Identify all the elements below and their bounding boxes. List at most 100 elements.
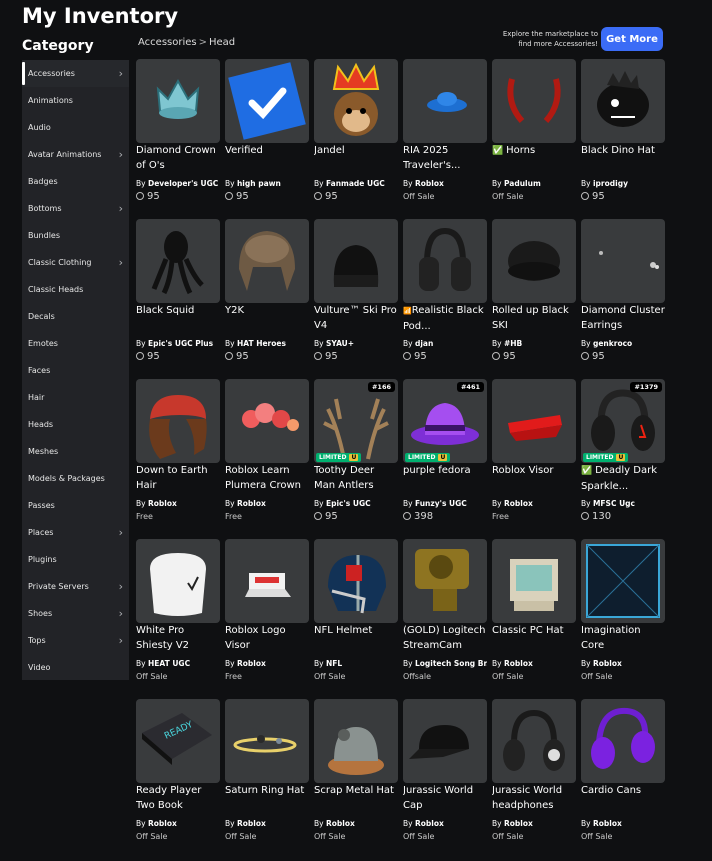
verified-check-icon[interactable] [225,59,309,143]
item-name[interactable]: Black Dino Hat [581,143,665,173]
sidebar-item-heads[interactable]: Heads [22,411,129,438]
inventory-item[interactable]: Jandel By Fanmade UGC 95 [314,59,398,214]
item-name[interactable]: Roblox Logo Visor [225,623,309,653]
inventory-item[interactable]: Y2K By HAT Heroes 95 [225,219,309,374]
item-name[interactable]: ✅ Deadly Dark Sparkle... [581,463,665,493]
item-name[interactable]: Jurassic World headphones [492,783,576,813]
sidebar-item-badges[interactable]: Badges [22,168,129,195]
squid-icon[interactable] [136,219,220,303]
item-name[interactable]: White Pro Shiesty V2 [136,623,220,653]
inventory-item[interactable]: 📶Realistic Black Pod... By djan 95 [403,219,487,374]
item-creator[interactable]: By HAT Heroes [225,339,309,348]
item-creator[interactable]: By HEAT UGC [136,659,220,668]
inventory-item[interactable]: Cardio Cans By Roblox Off Sale [581,699,665,854]
item-name[interactable]: Scrap Metal Hat [314,783,398,813]
sidebar-item-private-servers[interactable]: Private Servers › [22,573,129,600]
inventory-item[interactable]: Jurassic World Cap By Roblox Off Sale [403,699,487,854]
inventory-item[interactable]: Classic PC Hat By Roblox Off Sale [492,539,576,694]
inventory-item[interactable]: RIA 2025 Traveler's... By Roblox Off Sale [403,59,487,214]
white-mask-icon[interactable] [136,539,220,623]
sidebar-item-accessories[interactable]: Accessories › [22,60,129,87]
inventory-item[interactable]: Rolled up Black SKI By #HB 95 [492,219,576,374]
item-creator[interactable]: By Roblox [492,499,576,508]
item-name[interactable]: Down to Earth Hair [136,463,220,493]
inventory-item[interactable]: READY Ready Player Two Book By Roblox Off S… [136,699,220,854]
sidebar-item-emotes[interactable]: Emotes [22,330,129,357]
sidebar-item-models-packages[interactable]: Models & Packages [22,465,129,492]
item-name[interactable]: Toothy Deer Man Antlers [314,463,398,493]
item-creator[interactable]: By Developer's UGC [136,179,220,188]
inventory-item[interactable]: Diamond Cluster Earrings By genkroco 95 [581,219,665,374]
inventory-item[interactable]: Roblox Logo Visor By Roblox Free [225,539,309,694]
inventory-item[interactable]: White Pro Shiesty V2 By HEAT UGC Off Sale [136,539,220,694]
item-name[interactable]: Y2K [225,303,309,333]
inventory-item[interactable]: Roblox Learn Plumera Crown By Roblox Free [225,379,309,534]
cube-icon[interactable] [581,539,665,623]
breadcrumb-accessories[interactable]: Accessories [138,37,197,48]
sidebar-item-tops[interactable]: Tops › [22,627,129,654]
logo-visor-icon[interactable] [225,539,309,623]
item-name[interactable]: (GOLD) Logitech StreamCam [403,623,487,653]
item-name[interactable]: Jandel [314,143,398,173]
horns-icon[interactable] [492,59,576,143]
sidebar-item-audio[interactable]: Audio [22,114,129,141]
cap-icon[interactable] [403,699,487,783]
item-creator[interactable]: By Roblox [225,819,309,828]
item-creator[interactable]: By iprodigy [581,179,665,188]
item-name[interactable]: RIA 2025 Traveler's... [403,143,487,173]
fedora-icon[interactable]: #461 LIMITED U [403,379,487,463]
crown-icon[interactable] [136,59,220,143]
sidebar-item-animations[interactable]: Animations [22,87,129,114]
dark-headphones-icon[interactable]: #1379 LIMITED U [581,379,665,463]
item-name[interactable]: Ready Player Two Book [136,783,220,813]
purple-earmuffs-icon[interactable] [581,699,665,783]
inventory-item[interactable]: Down to Earth Hair By Roblox Free [136,379,220,534]
black-beanie-icon[interactable] [492,219,576,303]
visor-icon[interactable] [492,379,576,463]
sidebar-item-video[interactable]: Video [22,654,129,681]
item-creator[interactable]: By Epic's UGC Plus [136,339,220,348]
sidebar-item-classic-clothing[interactable]: Classic Clothing › [22,249,129,276]
antlers-icon[interactable]: #166 LIMITED U [314,379,398,463]
dino-hat-icon[interactable] [581,59,665,143]
item-name[interactable]: Saturn Ring Hat [225,783,309,813]
item-name[interactable]: ✅ Horns [492,143,576,173]
hair-icon[interactable] [136,379,220,463]
sidebar-item-passes[interactable]: Passes [22,492,129,519]
inventory-item[interactable]: (GOLD) Logitech StreamCam By Logitech Son… [403,539,487,694]
item-creator[interactable]: By Roblox [136,499,220,508]
inventory-item[interactable]: Jurassic World headphones By Roblox Off Sa… [492,699,576,854]
scrap-hat-icon[interactable] [314,699,398,783]
item-name[interactable]: Classic PC Hat [492,623,576,653]
item-name[interactable]: Roblox Learn Plumera Crown [225,463,309,493]
sidebar-item-places[interactable]: Places › [22,519,129,546]
sidebar-item-classic-heads[interactable]: Classic Heads [22,276,129,303]
item-creator[interactable]: By Logitech Song Br... [403,659,487,668]
sidebar-item-faces[interactable]: Faces [22,357,129,384]
item-creator[interactable]: By Epic's UGC [314,499,398,508]
pc-hat-icon[interactable] [492,539,576,623]
inventory-item[interactable]: Vulture™ Ski Pro V4 By SYAU+ 95 [314,219,398,374]
item-creator[interactable]: By Roblox [403,819,487,828]
item-name[interactable]: purple fedora [403,463,487,493]
item-name[interactable]: Cardio Cans [581,783,665,813]
sidebar-item-shoes[interactable]: Shoes › [22,600,129,627]
item-name[interactable]: Imagination Core [581,623,665,653]
item-creator[interactable]: By Roblox [225,499,309,508]
sidebar-item-plugins[interactable]: Plugins [22,546,129,573]
item-creator[interactable]: By djan [403,339,487,348]
item-creator[interactable]: By Fanmade UGC [314,179,398,188]
saturn-ring-icon[interactable] [225,699,309,783]
inventory-item[interactable]: Verified By high pawn 95 [225,59,309,214]
item-creator[interactable]: By Roblox [581,659,665,668]
item-name[interactable]: Diamond Crown of O's [136,143,220,173]
get-more-button[interactable]: Get More [601,27,663,51]
item-name[interactable]: Jurassic World Cap [403,783,487,813]
inventory-item[interactable]: Scrap Metal Hat By Roblox Off Sale [314,699,398,854]
sidebar-item-decals[interactable]: Decals [22,303,129,330]
monkey-king-icon[interactable] [314,59,398,143]
jw-headphones-icon[interactable] [492,699,576,783]
item-name[interactable]: Roblox Visor [492,463,576,493]
item-creator[interactable]: By high pawn [225,179,309,188]
sidebar-item-bundles[interactable]: Bundles [22,222,129,249]
